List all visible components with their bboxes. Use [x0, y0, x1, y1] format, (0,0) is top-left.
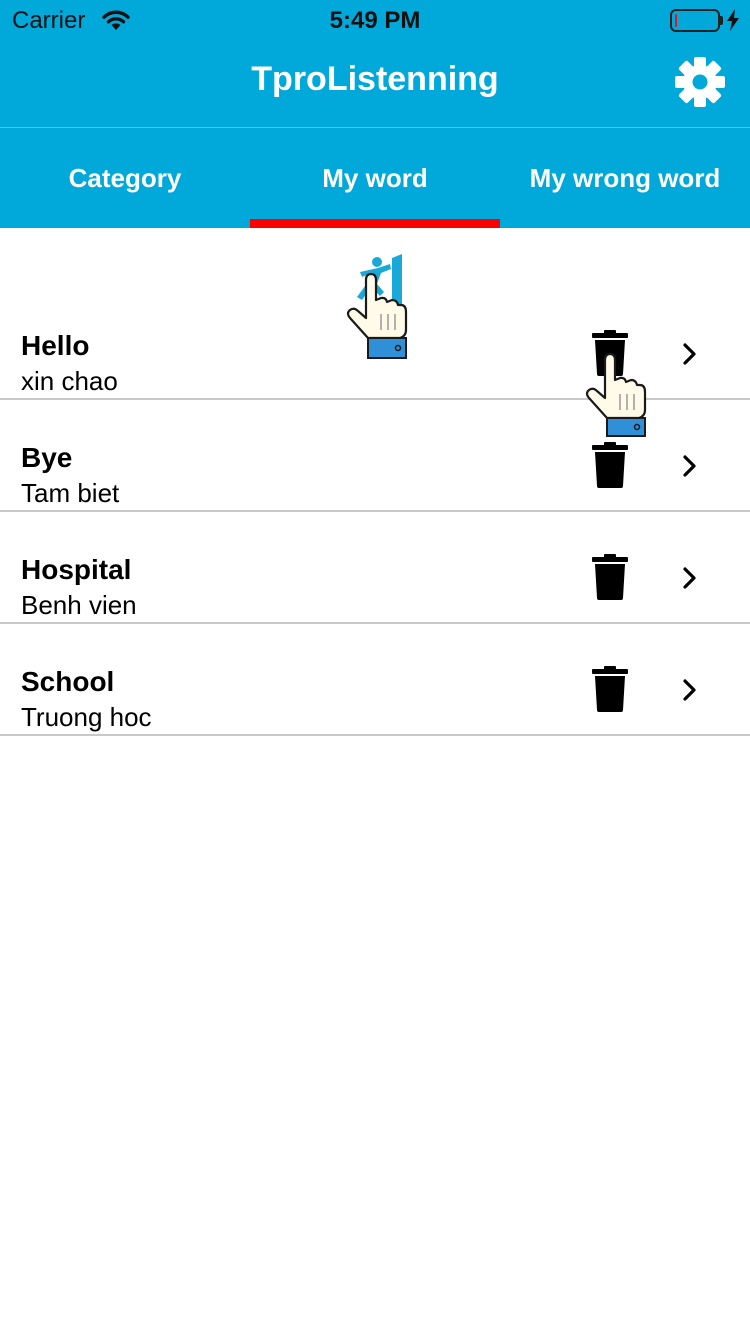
- tab-category[interactable]: Category: [0, 128, 250, 228]
- page-title: TproListenning: [251, 60, 499, 98]
- meaning-label: xin chao: [21, 366, 118, 396]
- word-row[interactable]: Hospital Benh vien: [0, 512, 750, 624]
- charging-bolt-icon: [727, 9, 739, 31]
- battery-level: [675, 14, 677, 27]
- tab-my-word[interactable]: My word: [250, 128, 500, 228]
- open-door-icon: [357, 254, 402, 304]
- word-row[interactable]: School Truong hoc: [0, 624, 750, 736]
- chevron-right-icon[interactable]: [680, 453, 700, 479]
- word-label: Bye: [21, 442, 73, 473]
- word-label: Hospital: [21, 554, 132, 585]
- tab-selected-indicator: [250, 219, 500, 228]
- word-label: Hello: [21, 330, 90, 361]
- tab-my-wrong-word[interactable]: My wrong word: [500, 128, 750, 228]
- battery-cap: [720, 16, 723, 25]
- trash-icon[interactable]: [592, 442, 628, 488]
- settings-gear-icon[interactable]: [670, 52, 730, 112]
- status-time: 5:49 PM: [329, 7, 421, 34]
- trash-icon[interactable]: [592, 554, 628, 600]
- word-label: School: [21, 666, 115, 697]
- status-bar: Carrier 5:49 PM: [0, 0, 750, 40]
- tutorial-hand-pointer-icon: [346, 254, 408, 359]
- chevron-right-icon[interactable]: [680, 341, 700, 367]
- trash-icon[interactable]: [592, 666, 628, 712]
- chevron-right-icon[interactable]: [680, 565, 700, 591]
- meaning-label: Tam biet: [21, 478, 120, 508]
- chevron-right-icon[interactable]: [680, 677, 700, 703]
- tutorial-hand-pointer-icon: [585, 352, 647, 437]
- battery-icon: [670, 9, 720, 32]
- meaning-label: Benh vien: [21, 590, 137, 620]
- meaning-label: Truong hoc: [21, 702, 152, 732]
